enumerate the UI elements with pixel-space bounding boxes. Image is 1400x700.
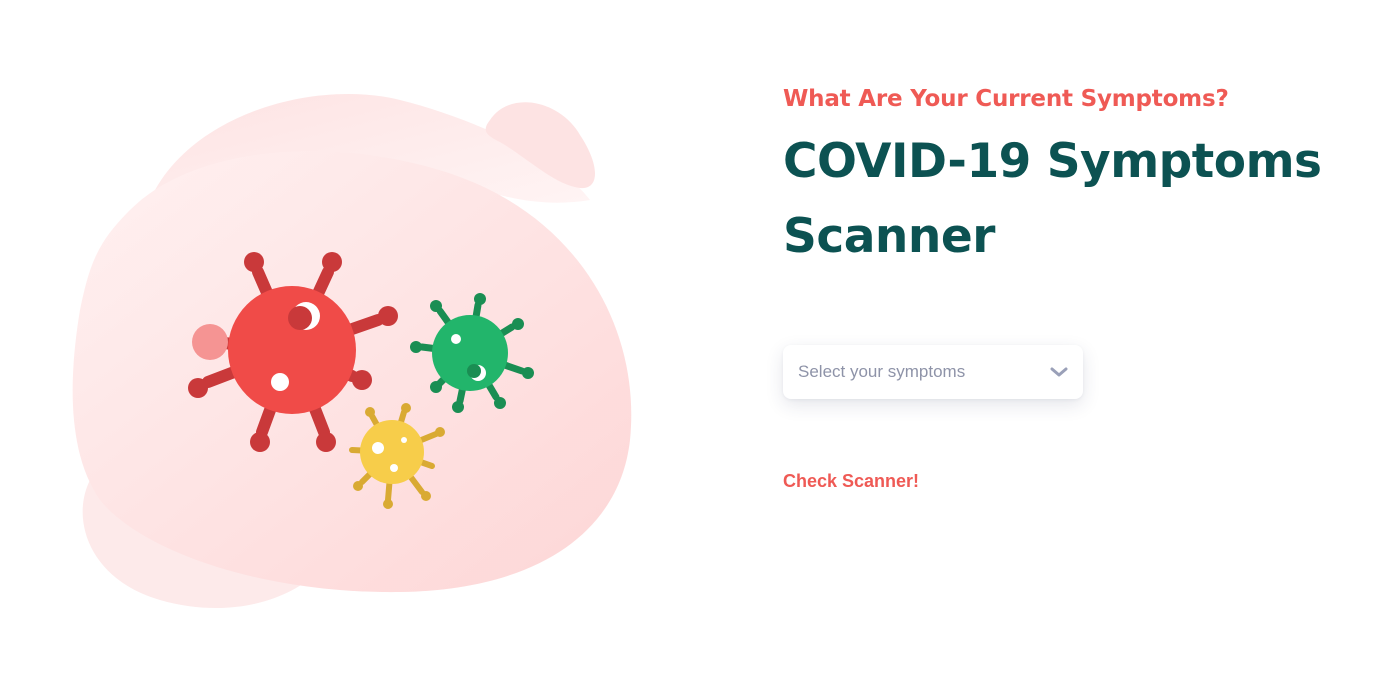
symptoms-select[interactable]: Select your symptoms [783, 345, 1083, 399]
chevron-down-icon [1049, 362, 1069, 382]
check-scanner-link[interactable]: Check Scanner! [783, 471, 919, 492]
page-title: COVID-19 Symptoms Scanner [783, 124, 1363, 274]
symptoms-select-placeholder: Select your symptoms [798, 362, 966, 381]
page-title-line1: COVID-19 Symptoms [783, 134, 1322, 189]
virus-illustration [60, 80, 660, 640]
section-eyebrow: What Are Your Current Symptoms? [783, 86, 1229, 112]
page-title-line2: Scanner [783, 209, 995, 264]
virus-illustration-svg [72, 94, 632, 609]
chevron-down-icon-svg [1050, 367, 1068, 377]
page: What Are Your Current Symptoms? COVID-19… [0, 0, 1400, 700]
scanner-content: What Are Your Current Symptoms? COVID-19… [783, 82, 1363, 492]
